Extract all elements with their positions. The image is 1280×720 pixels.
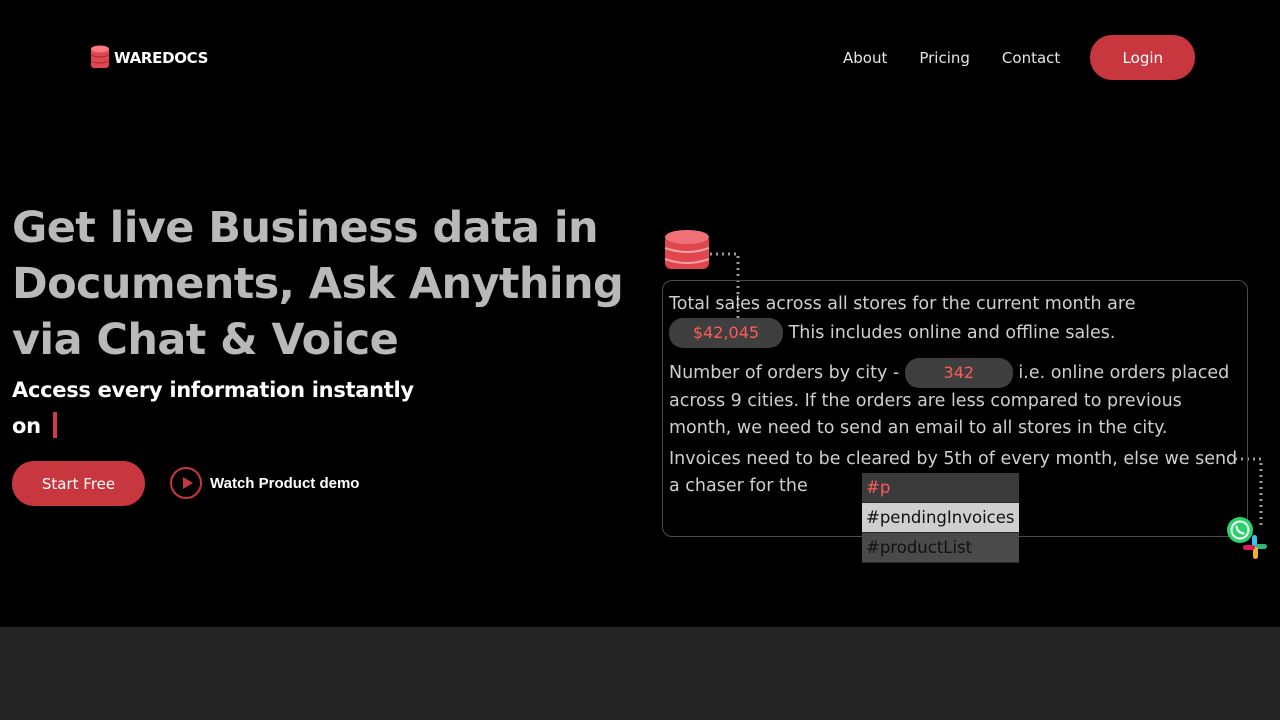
doc-text: Number of orders by city - xyxy=(669,363,900,383)
typed-tag[interactable]: #p xyxy=(862,473,1019,503)
hero-subtitle-line: Access every information instantly xyxy=(12,378,414,402)
login-button[interactable]: Login xyxy=(1090,35,1196,80)
nav-contact[interactable]: Contact xyxy=(1002,49,1060,67)
hero-title-line: via Chat & Voice xyxy=(12,315,399,365)
hero-title-line: Documents, Ask Anything xyxy=(12,259,624,309)
hero-title-line: Get live Business data in xyxy=(12,203,599,253)
hero-title: Get live Business data in Documents, Ask… xyxy=(12,200,652,368)
suggestion-item[interactable]: #pendingInvoices xyxy=(862,503,1019,533)
watch-demo-link[interactable]: Watch Product demo xyxy=(170,467,359,499)
nav-about[interactable]: About xyxy=(843,49,887,67)
nav-pricing[interactable]: Pricing xyxy=(919,49,970,67)
logo[interactable]: WAREDOCS xyxy=(90,44,208,72)
logo-text: WAREDOCS xyxy=(114,49,209,67)
database-icon xyxy=(664,230,710,269)
watch-demo-label: Watch Product demo xyxy=(210,474,360,492)
tag-suggestions: #p #pendingInvoices #productList xyxy=(862,473,1019,563)
doc-paragraph: Total sales across all stores for the cu… xyxy=(669,291,1249,348)
top-nav: About Pricing Contact Login xyxy=(843,35,1196,80)
doc-text: Total sales across all stores for the cu… xyxy=(669,294,1136,314)
database-icon xyxy=(90,45,110,68)
next-section xyxy=(0,627,1280,720)
hero-subtitle: Access every information instantly on xyxy=(12,372,432,444)
orders-value-badge: 342 xyxy=(904,358,1013,388)
sales-value-badge: $42,045 xyxy=(669,317,783,348)
play-icon xyxy=(170,467,202,499)
slack-icon xyxy=(1243,535,1267,559)
start-free-button[interactable]: Start Free xyxy=(12,461,145,506)
hero-subtitle-line: on xyxy=(12,414,41,438)
doc-text: This includes online and offline sales. xyxy=(788,322,1116,343)
typing-cursor xyxy=(52,412,57,438)
suggestion-item[interactable]: #productList xyxy=(862,533,1019,563)
doc-paragraph: Number of orders by city - 342 i.e. onli… xyxy=(669,358,1249,441)
